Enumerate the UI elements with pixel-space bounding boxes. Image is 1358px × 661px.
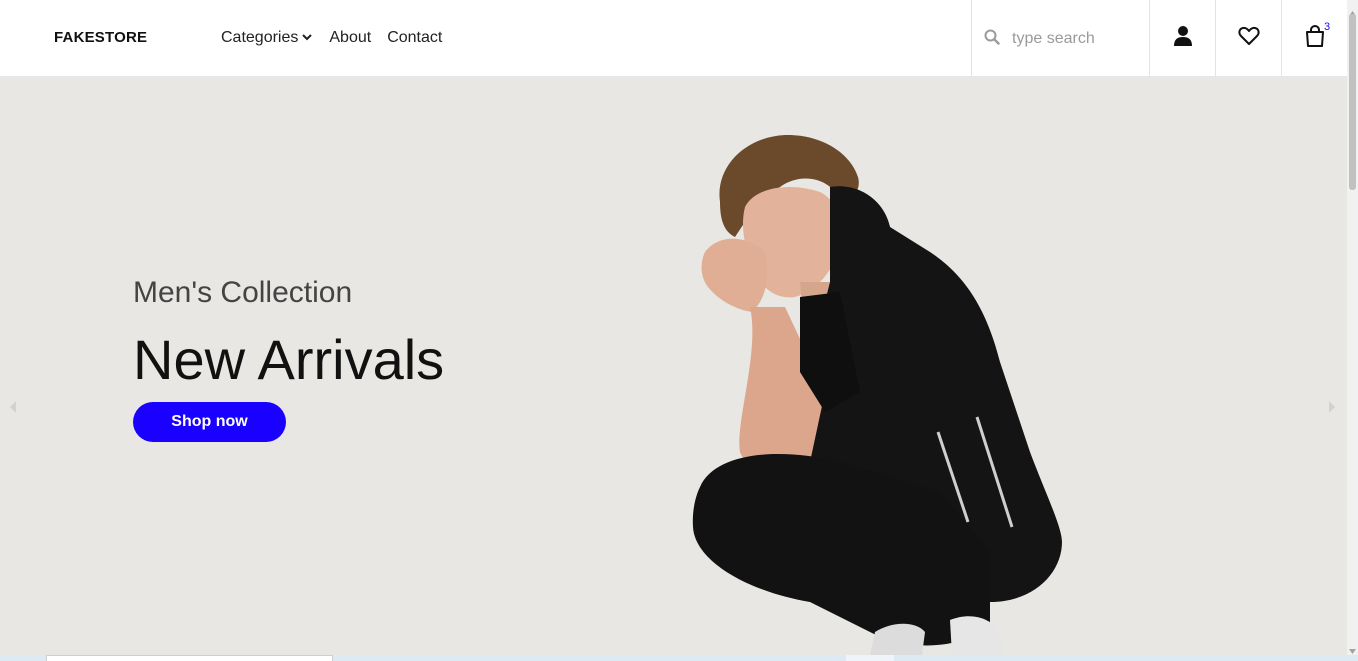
nav-about[interactable]: About: [329, 29, 371, 47]
shop-now-button[interactable]: Shop now: [133, 402, 286, 442]
nav-contact[interactable]: Contact: [387, 29, 442, 47]
taskbar-segment: [846, 655, 894, 661]
hero-model-image: [692, 134, 1062, 655]
cart-count-badge: 3: [1324, 21, 1331, 33]
main-nav: Categories About Contact: [221, 29, 458, 47]
nav-categories[interactable]: Categories: [221, 29, 313, 47]
account-button[interactable]: [1149, 0, 1215, 77]
chevron-right-icon: [1327, 401, 1337, 419]
chevron-down-icon: [301, 29, 313, 47]
hero-banner: Men's Collection New Arrivals Shop now: [0, 77, 1347, 655]
hero-title: New Arrivals: [133, 328, 445, 391]
wishlist-button[interactable]: [1215, 0, 1281, 77]
hero-subtitle: Men's Collection: [133, 276, 353, 309]
taskbar-window-tab[interactable]: [46, 655, 333, 661]
search-box: [971, 0, 1150, 77]
chevron-left-icon: [8, 401, 18, 419]
carousel-next-button[interactable]: [1327, 399, 1337, 420]
search-input[interactable]: [1010, 27, 1144, 51]
search-icon[interactable]: [984, 29, 1000, 50]
cart-button[interactable]: 3: [1281, 0, 1347, 77]
heart-icon: [1237, 26, 1260, 51]
nav-categories-label: Categories: [221, 29, 299, 46]
top-header: FAKESTORE Categories About Contact 3: [0, 0, 1347, 77]
scroll-thumb[interactable]: [1349, 14, 1356, 190]
carousel-prev-button[interactable]: [8, 399, 18, 420]
user-icon: [1173, 25, 1193, 52]
cart-icon: [1305, 24, 1325, 52]
store-logo[interactable]: FAKESTORE: [54, 29, 147, 46]
page-scrollbar[interactable]: [1347, 0, 1358, 655]
